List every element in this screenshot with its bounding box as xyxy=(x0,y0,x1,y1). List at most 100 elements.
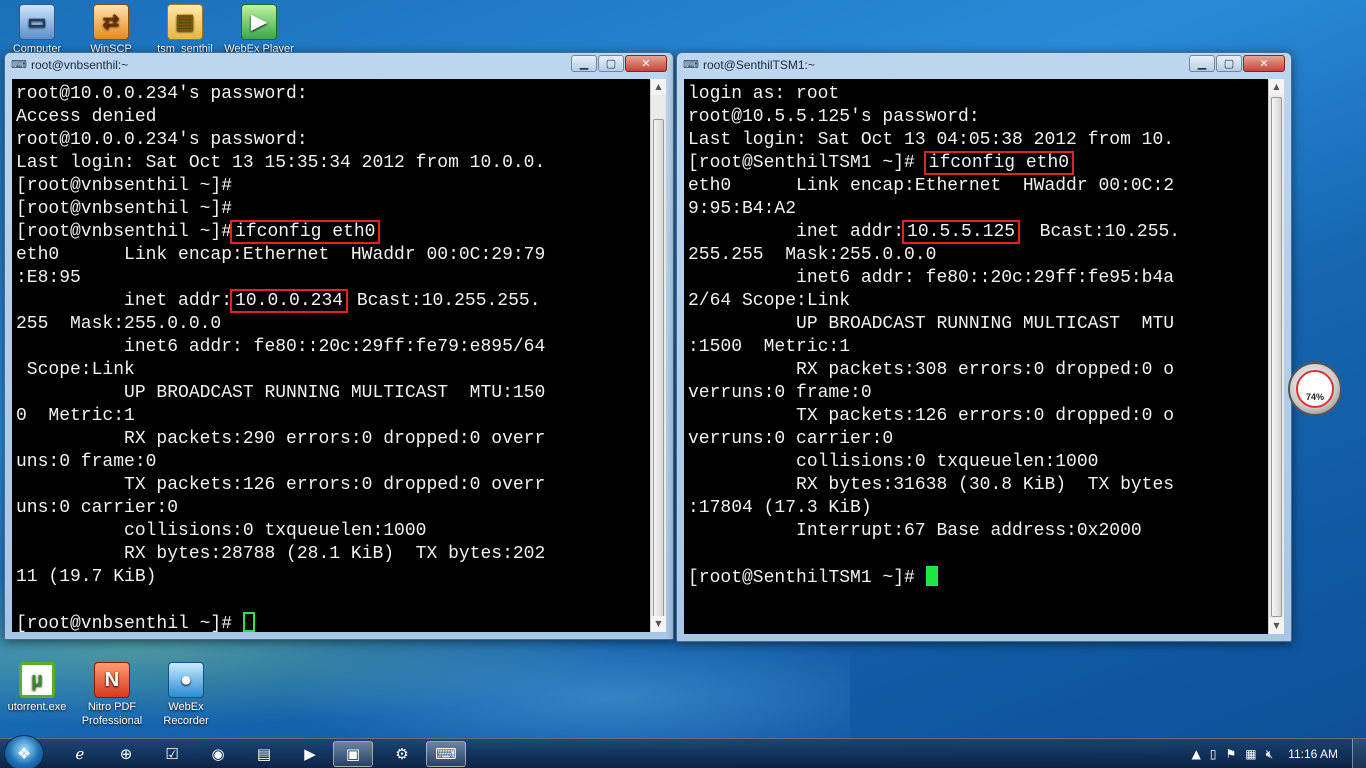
bcast-text: Bcast:10.255. xyxy=(1018,222,1181,242)
scroll-up-arrow-icon[interactable]: ▲ xyxy=(651,79,666,95)
minimize-button[interactable]: ▁ xyxy=(571,55,597,72)
minimize-button[interactable]: ▁ xyxy=(1189,55,1215,72)
taskbar-item-network-app[interactable]: ⚙ xyxy=(382,741,422,767)
terminal-line: inet6 addr: fe80::20c:29ff:fe95:b4a xyxy=(688,268,1175,288)
terminal-line: verruns:0 carrier:0 xyxy=(688,429,894,449)
desktop-icon-tsm-senthil[interactable]: ▤ tsm_senthil xyxy=(148,4,222,56)
cpu-meter-gadget[interactable]: 74% xyxy=(1288,362,1342,416)
desktop-icon-webex-recorder[interactable]: ● WebEx Recorder xyxy=(149,662,223,728)
terminal-line: login as: root xyxy=(688,84,840,104)
inet-label: inet addr: xyxy=(16,291,233,311)
desktop-icon-label: utorrent.exe xyxy=(7,701,67,713)
taskbar-item-internet-explorer[interactable]: ℯ xyxy=(60,741,100,767)
terminal-line: RX packets:290 errors:0 dropped:0 overr xyxy=(16,429,546,449)
webex-player-icon: ▶ xyxy=(241,4,277,40)
window-title: root@SenthilTSM1:~ xyxy=(703,58,815,72)
window-titlebar[interactable]: ⌨ root@vnbsenthil:~ ▁ ▢ ✕ xyxy=(5,53,673,77)
action-center-icon[interactable]: ⚑ xyxy=(1226,747,1237,761)
putty-icon: ⌨ xyxy=(683,58,699,71)
windows-logo-icon: ❖ xyxy=(16,743,32,763)
start-button[interactable]: ❖ xyxy=(4,735,44,768)
terminal-line: RX packets:308 errors:0 dropped:0 o xyxy=(688,360,1175,380)
terminal-line: collisions:0 txqueuelen:1000 xyxy=(688,452,1099,472)
terminal-line: UP BROADCAST RUNNING MULTICAST MTU xyxy=(688,314,1175,334)
desktop-icon-label: WebEx Recorder xyxy=(163,701,209,727)
taskbar-clock[interactable]: 11:16 AM xyxy=(1288,747,1338,761)
terminal-line: :17804 (17.3 KiB) xyxy=(688,498,872,518)
terminal-line: uns:0 frame:0 xyxy=(16,452,157,472)
taskbar-item-media-player[interactable]: ▶ xyxy=(290,741,330,767)
maximize-button[interactable]: ▢ xyxy=(1216,55,1242,72)
network-icon[interactable]: ▦ xyxy=(1245,747,1256,761)
maximize-button[interactable]: ▢ xyxy=(598,55,624,72)
vertical-scrollbar[interactable]: ▲ ▼ xyxy=(1268,79,1284,634)
terminal-line: [root@SenthilTSM1 ~]# ifconfig eth0 xyxy=(684,151,1268,175)
terminal-line: Last login: Sat Oct 13 15:35:34 2012 fro… xyxy=(16,153,546,173)
terminal-cursor xyxy=(242,612,255,632)
taskbar-item-checkbox-app[interactable]: ☑ xyxy=(152,741,192,767)
scroll-down-arrow-icon[interactable]: ▼ xyxy=(651,616,666,632)
battery-icon[interactable]: ▯ xyxy=(1210,747,1217,761)
putty-window-senthiltsm1[interactable]: ⌨ root@SenthilTSM1:~ ▁ ▢ ✕ login as: roo… xyxy=(676,52,1292,642)
window-app-icon: ▣ xyxy=(345,745,361,763)
terminal-area[interactable]: login as: root root@10.5.5.125's passwor… xyxy=(684,79,1284,634)
hp-icon: ⊕ xyxy=(119,745,133,763)
scroll-down-arrow-icon[interactable]: ▼ xyxy=(1269,618,1284,634)
media-player-icon: ▶ xyxy=(304,745,316,763)
terminal-line: root@10.0.0.234's password: xyxy=(16,130,308,150)
ip-address-highlight: 10.0.0.234 xyxy=(230,289,349,313)
bcast-text: Bcast:10.255.255. xyxy=(346,291,541,311)
show-desktop-button[interactable] xyxy=(1352,739,1366,768)
terminal-line: eth0 Link encap:Ethernet HWaddr 00:0C:29… xyxy=(16,245,546,265)
terminal-line: RX bytes:28788 (28.1 KiB) TX bytes:202 xyxy=(16,544,546,564)
terminal-line: 255 Mask:255.0.0.0 xyxy=(16,314,222,334)
prompt-text: [root@vnbsenthil ~]# xyxy=(16,222,233,242)
terminal-line: 9:95:B4:A2 xyxy=(688,199,797,219)
ip-address-highlight: 10.5.5.125 xyxy=(902,220,1021,244)
terminal-area[interactable]: root@10.0.0.234's password: Access denie… xyxy=(12,79,666,632)
desktop-icon-computer[interactable]: ▭ Computer xyxy=(0,4,74,56)
command-highlight: ifconfig eth0 xyxy=(923,151,1075,175)
terminal-line: root@10.0.0.234's password: xyxy=(16,84,308,104)
putty-window-vnbsenthil[interactable]: ⌨ root@vnbsenthil:~ ▁ ▢ ✕ root@10.0.0.23… xyxy=(4,52,674,640)
desktop-icon-winscp[interactable]: ⇄ WinSCP xyxy=(74,4,148,56)
terminal-line: 11 (19.7 KiB) xyxy=(16,567,157,587)
terminal-line: TX packets:126 errors:0 dropped:0 o xyxy=(688,406,1175,426)
winscp-icon: ⇄ xyxy=(93,4,129,40)
show-hidden-icons-icon[interactable]: ▲ xyxy=(1192,747,1201,761)
terminal-line: [root@vnbsenthil ~]# xyxy=(12,612,650,632)
taskbar-item-hp[interactable]: ⊕ xyxy=(106,741,146,767)
terminal-line: [root@vnbsenthil ~]# xyxy=(16,199,233,219)
gauge-value: 74% xyxy=(1305,392,1324,402)
terminal-line: :E8:95 xyxy=(16,268,81,288)
terminal-line: 0 Metric:1 xyxy=(16,406,135,426)
terminal-line: Last login: Sat Oct 13 04:05:38 2012 fro… xyxy=(688,130,1175,150)
close-button[interactable]: ✕ xyxy=(1243,55,1285,72)
terminal-line: inet6 addr: fe80::20c:29ff:fe79:e895/64 xyxy=(16,337,546,357)
window-titlebar[interactable]: ⌨ root@SenthilTSM1:~ ▁ ▢ ✕ xyxy=(677,53,1291,77)
computer-icon: ▭ xyxy=(19,4,55,40)
checkbox-app-icon: ☑ xyxy=(165,745,179,763)
terminal-line: inet addr: 10.0.0.234 Bcast:10.255.255. xyxy=(12,289,650,313)
putty-icon: ⌨ xyxy=(435,745,457,763)
taskbar-item-window-app[interactable]: ▣ xyxy=(333,741,373,767)
scrollbar-thumb[interactable] xyxy=(1271,97,1282,617)
terminal-line: root@10.5.5.125's password: xyxy=(688,107,980,127)
network-app-icon: ⚙ xyxy=(395,745,409,763)
taskbar-item-putty[interactable]: ⌨ xyxy=(426,741,466,767)
scroll-up-arrow-icon[interactable]: ▲ xyxy=(1269,79,1284,95)
taskbar-item-folder-explorer[interactable]: ▤ xyxy=(244,741,284,767)
vertical-scrollbar[interactable]: ▲ ▼ xyxy=(650,79,666,632)
prompt-text: [root@SenthilTSM1 ~]# xyxy=(688,568,926,588)
taskbar-item-media[interactable]: ◉ xyxy=(198,741,238,767)
desktop-icon-nitro-pdf[interactable]: N Nitro PDF Professional xyxy=(75,662,149,728)
terminal-line: uns:0 carrier:0 xyxy=(16,498,179,518)
inet-label: inet addr: xyxy=(688,222,905,242)
close-button[interactable]: ✕ xyxy=(625,55,667,72)
desktop-icon-utorrent[interactable]: µ utorrent.exe xyxy=(0,662,74,714)
desktop-icon-webex-player[interactable]: ▶ WebEx Player xyxy=(222,4,296,56)
volume-muted-icon[interactable]: 🔇︎ xyxy=(1266,747,1274,762)
terminal-line: 255.255 Mask:255.0.0.0 xyxy=(688,245,937,265)
utorrent-icon: µ xyxy=(19,662,55,698)
scrollbar-thumb[interactable] xyxy=(653,119,664,619)
